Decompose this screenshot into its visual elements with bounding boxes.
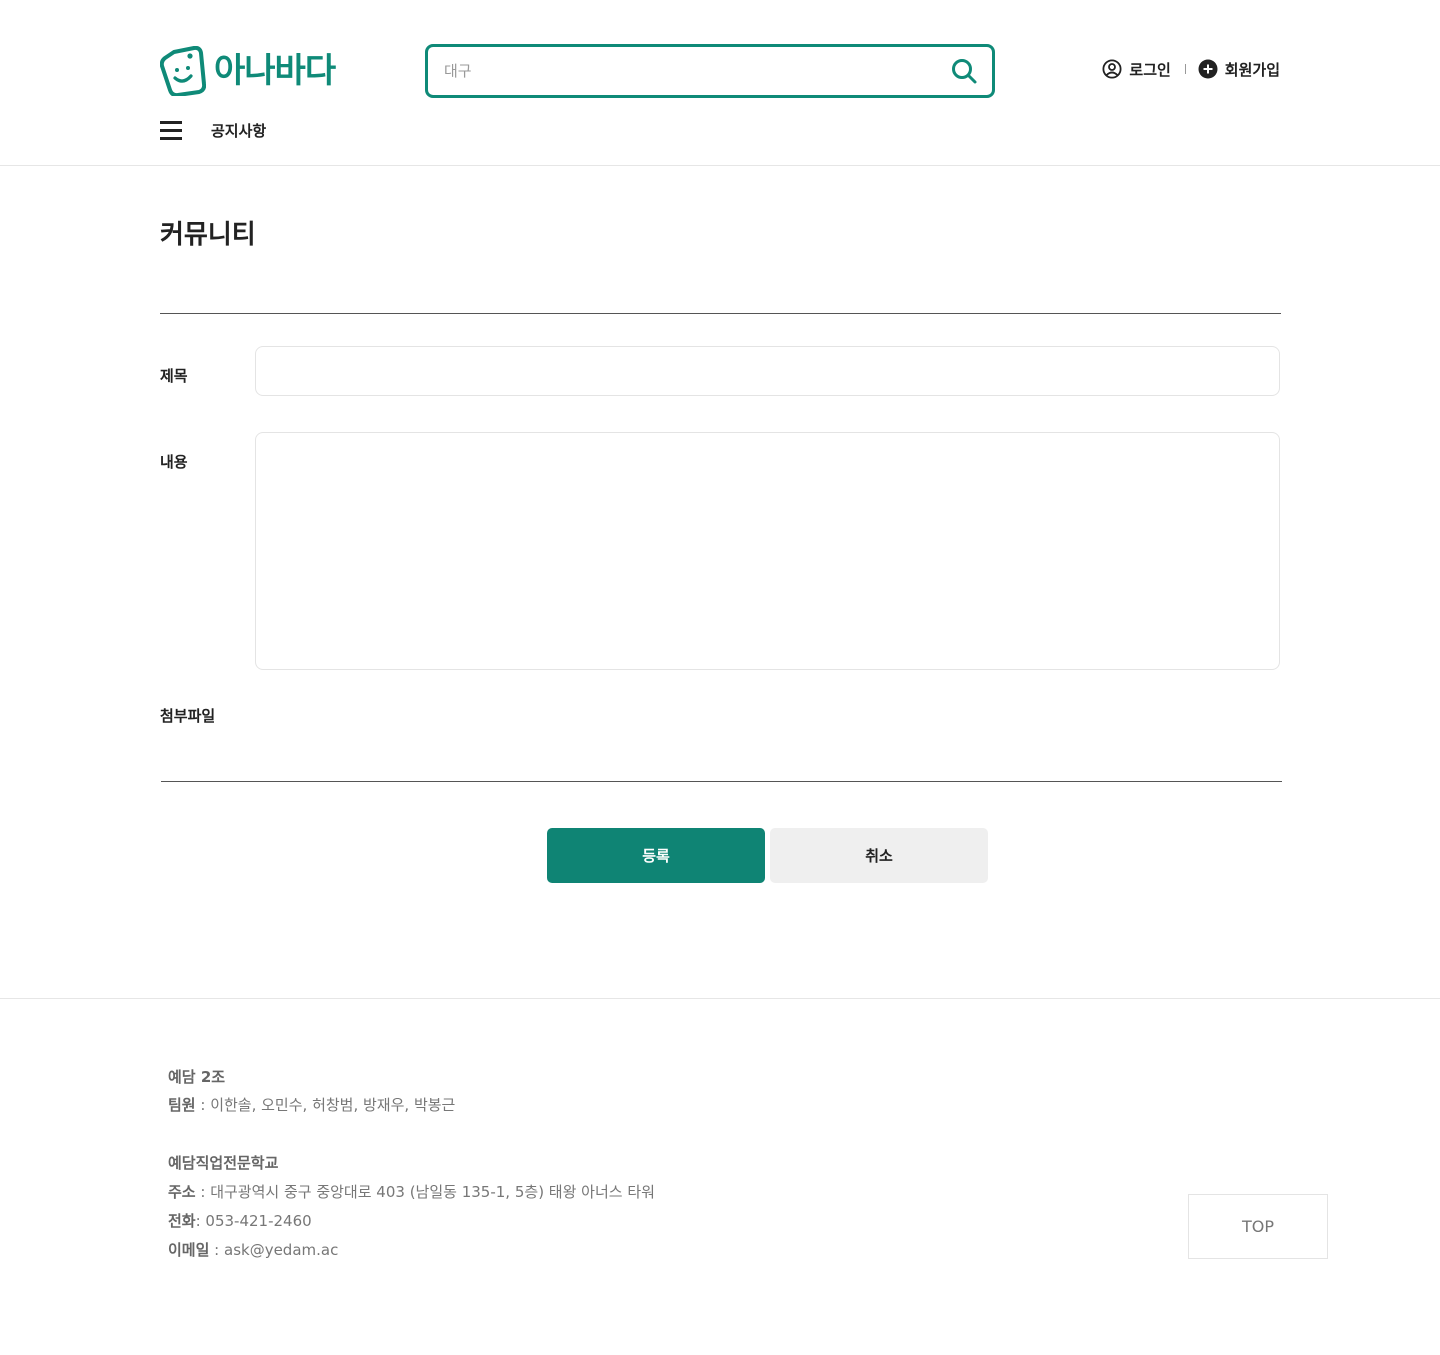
plus-circle-icon xyxy=(1198,59,1218,79)
title-input[interactable] xyxy=(255,346,1280,396)
auth-divider xyxy=(1184,64,1186,74)
user-circle-icon xyxy=(1102,59,1122,79)
footer-members: 팀원 : 이한솔, 오민수, 허창범, 방재우, 박봉근 xyxy=(168,1096,456,1114)
logo-text: 아나바다 xyxy=(214,51,336,91)
title-label: 제목 xyxy=(160,367,188,385)
scroll-top-button[interactable]: TOP xyxy=(1188,1194,1328,1259)
search-bar xyxy=(425,44,995,98)
cancel-button[interactable]: 취소 xyxy=(770,828,988,883)
search-icon[interactable] xyxy=(950,57,978,85)
footer-team-name: 예담 2조 xyxy=(168,1068,226,1086)
signup-link[interactable]: 회원가입 xyxy=(1198,59,1280,80)
site-logo[interactable]: 아나바다 xyxy=(160,46,336,96)
footer-address: 주소 : 대구광역시 중구 중앙대로 403 (남일동 135-1, 5층) 태… xyxy=(168,1183,655,1201)
hamburger-menu-icon[interactable] xyxy=(160,121,182,141)
content-textarea[interactable] xyxy=(255,432,1280,670)
footer-school-name: 예담직업전문학교 xyxy=(168,1154,279,1172)
logo-tag-icon xyxy=(160,46,206,96)
auth-links: 로그인 회원가입 xyxy=(1102,58,1280,80)
footer-phone: 전화: 053-421-2460 xyxy=(168,1212,312,1230)
form-top-divider xyxy=(160,313,1281,314)
search-input[interactable] xyxy=(444,47,924,95)
footer-email: 이메일 : ask@yedam.ac xyxy=(168,1241,339,1259)
signup-label: 회원가입 xyxy=(1224,60,1280,79)
login-link[interactable]: 로그인 xyxy=(1102,59,1171,80)
site-footer: 예담 2조 팀원 : 이한솔, 오민수, 허창범, 방재우, 박봉근 예담직업전… xyxy=(0,998,1440,1355)
nav-item-notice[interactable]: 공지사항 xyxy=(211,120,266,141)
login-label: 로그인 xyxy=(1129,60,1171,79)
attachment-label: 첨부파일 xyxy=(160,707,216,725)
submit-button[interactable]: 등록 xyxy=(547,828,765,883)
site-header: 아나바다 로그인 회원가입 공지사항 xyxy=(0,0,1440,166)
form-bottom-divider xyxy=(161,781,1282,782)
content-label: 내용 xyxy=(160,453,188,471)
page-title: 커뮤니티 xyxy=(160,220,256,250)
